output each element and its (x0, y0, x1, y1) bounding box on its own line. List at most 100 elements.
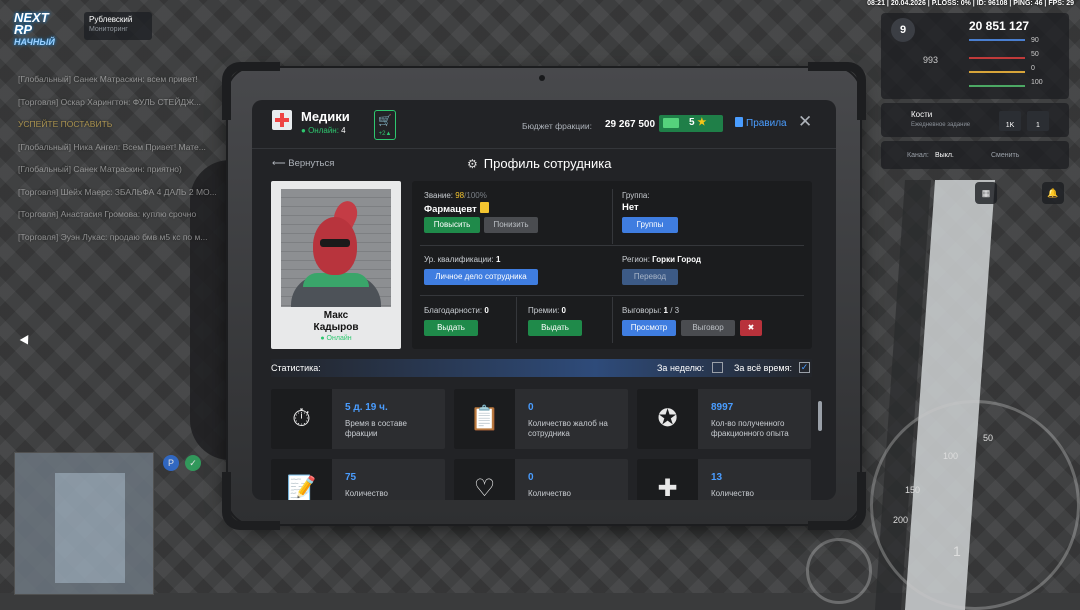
stat-card: ♡ 0 Количество (454, 459, 628, 500)
tablet-frame: Медики ● Онлайн: 4 🛒 +2▲ Бюджет фракции:… (222, 62, 866, 530)
mugshot-eyes (320, 239, 350, 247)
thanks-label-text: Благодарности: (424, 306, 483, 315)
close-icon[interactable]: ✕ (798, 112, 812, 132)
speed-mark: 50 (983, 433, 994, 443)
qualification-value: 1 (496, 255, 501, 264)
reprimand-max: / 3 (670, 306, 680, 315)
cart-badge: +2▲ (378, 131, 392, 137)
voice-label: Канал: (907, 152, 929, 159)
personal-file-button[interactable]: Личное дело сотрудника (424, 269, 538, 285)
rank-name: Фармацевт (424, 202, 489, 215)
alltime-label: За всё время: (734, 363, 792, 373)
budget-label: Бюджет фракции: (522, 121, 593, 131)
stat-value: 13 (711, 472, 723, 483)
level-badge: 9 (891, 18, 915, 42)
thanks-label: Благодарности: 0 (424, 306, 489, 315)
qualification-label-text: Ур. квалификации: (424, 255, 494, 264)
experience-badge-icon: ✪ (637, 389, 698, 449)
faction-screen: Медики ● Онлайн: 4 🛒 +2▲ Бюджет фракции:… (252, 100, 836, 500)
stat-health: 90 (1031, 37, 1039, 44)
speedometer: 100 150 200 50 1 (870, 400, 1080, 610)
region-value: Горки Город (652, 255, 701, 264)
employee-photo-card: Макс Кадыров ● Онлайн (271, 181, 401, 349)
stat-desc: Количество (528, 489, 571, 498)
stat-satiety: 100 (1031, 79, 1043, 86)
stat-balance: 993 (923, 55, 939, 65)
fuel-gauge (806, 538, 872, 604)
region-label: Регион: Горки Город (622, 255, 701, 264)
clipboard-icon: 📝 (271, 459, 332, 500)
demote-button[interactable]: Понизить (484, 217, 538, 233)
give-bonus-button[interactable]: Выдать (528, 320, 582, 336)
voice-value: Выкл. (935, 152, 954, 159)
speed-mark: 200 (893, 515, 909, 525)
health-bar (969, 39, 1025, 41)
online-label: Онлайн: (308, 126, 339, 135)
energy-bar (969, 85, 1025, 87)
server-name: Рублевский (89, 15, 133, 24)
task-title: Кости (911, 110, 933, 119)
groups-button[interactable]: Группы (622, 217, 678, 233)
shop-button[interactable]: 🛒 +2▲ (374, 110, 396, 140)
medical-cross-icon (272, 110, 292, 130)
calendar-icon[interactable]: ▦ (975, 182, 997, 204)
budget-value: 29 267 500 (605, 119, 656, 130)
stat-value: 75 (345, 472, 357, 483)
group-label: Группа: (622, 191, 650, 200)
employee-first-name: Макс (323, 310, 349, 321)
rules-label: Правила (746, 118, 787, 129)
minimap[interactable]: P ✓ (14, 452, 201, 595)
qualification-label: Ур. квалификации: 1 (424, 255, 500, 264)
server-badge: Рублевский Мониторинг (84, 12, 152, 40)
stat-card: 📝 75 Количество (271, 459, 445, 500)
cart-icon: 🛒 (378, 115, 392, 127)
chat-line: [Глобальный] Ника Ангел: Всем Привет! Ма… (18, 141, 206, 152)
speed-mark: 150 (905, 485, 921, 495)
logo-title: NEXT RP (14, 10, 49, 37)
chat-log: [Глобальный] Санек Матраскин: всем приве… (18, 68, 248, 248)
stat-desc: Кол-во полученного фракционного опыта (711, 419, 789, 438)
daily-task[interactable]: Кости Ежедневное задание 1K 1 (881, 103, 1069, 137)
stamina-bar (969, 71, 1025, 73)
back-button[interactable]: ⟵ Вернуться (272, 158, 334, 169)
gear-indicator: 1 (953, 543, 961, 559)
remove-reprimand-icon[interactable]: ✖ (740, 320, 762, 336)
employee-status-text: Онлайн (326, 335, 352, 342)
online-count: 4 (341, 126, 346, 135)
alltime-checkbox[interactable]: ✓ (799, 362, 810, 373)
rank-label-text: Звание: (424, 191, 453, 200)
stat-card: ⏱ 5 д. 19 ч. Время в составе фракции (271, 389, 445, 449)
view-reprimands-button[interactable]: Просмотр (622, 320, 676, 336)
stat-armor: 50 (1031, 51, 1039, 58)
stat-desc: Количество жалоб на сотрудника (528, 419, 608, 438)
give-thanks-button[interactable]: Выдать (424, 320, 478, 336)
stat-desc: Количество (711, 489, 754, 498)
scrollbar[interactable] (818, 401, 822, 431)
gear-icon: ⚙ (467, 157, 478, 171)
stat-card: ✪ 8997 Кол-во полученного фракционного о… (637, 389, 811, 449)
stat-value: 8997 (711, 402, 734, 413)
rules-link[interactable]: Правила (735, 117, 787, 129)
medkit-icon: ✚ (637, 459, 698, 500)
voice-change[interactable]: Сменить (991, 152, 1019, 159)
divider (420, 295, 804, 296)
chat-line: [Торговля] Анастасия Громова: куплю сроч… (18, 209, 197, 219)
status-bar: 08:21 | 20.04.2026 | P.LOSS: 0% | ID: 96… (867, 0, 1074, 7)
mugshot (281, 189, 391, 307)
transfer-button[interactable]: Перевод (622, 269, 678, 285)
reprimand-button[interactable]: Выговор (681, 320, 735, 336)
statistics-title: Статистика: (271, 363, 321, 373)
promote-button[interactable]: Повысить (424, 217, 480, 233)
reprimand-label-text: Выговоры: (622, 306, 662, 315)
shield-icon: ✓ (185, 455, 201, 471)
voice-channel[interactable]: Канал: Выкл. Сменить (881, 141, 1069, 169)
server-logo: NEXT RP НАЧНЫЙ (14, 10, 70, 47)
employee-last-name: Кадыров (313, 322, 359, 333)
bonus-label-text: Премии: (528, 306, 560, 315)
stopwatch-icon: ⏱ (271, 389, 332, 449)
week-checkbox[interactable] (712, 362, 723, 373)
notification-icon[interactable]: 🔔 (1042, 182, 1064, 204)
complaint-icon: 📋 (454, 389, 515, 449)
rules-icon (735, 117, 743, 127)
hunger-bar (969, 57, 1025, 59)
